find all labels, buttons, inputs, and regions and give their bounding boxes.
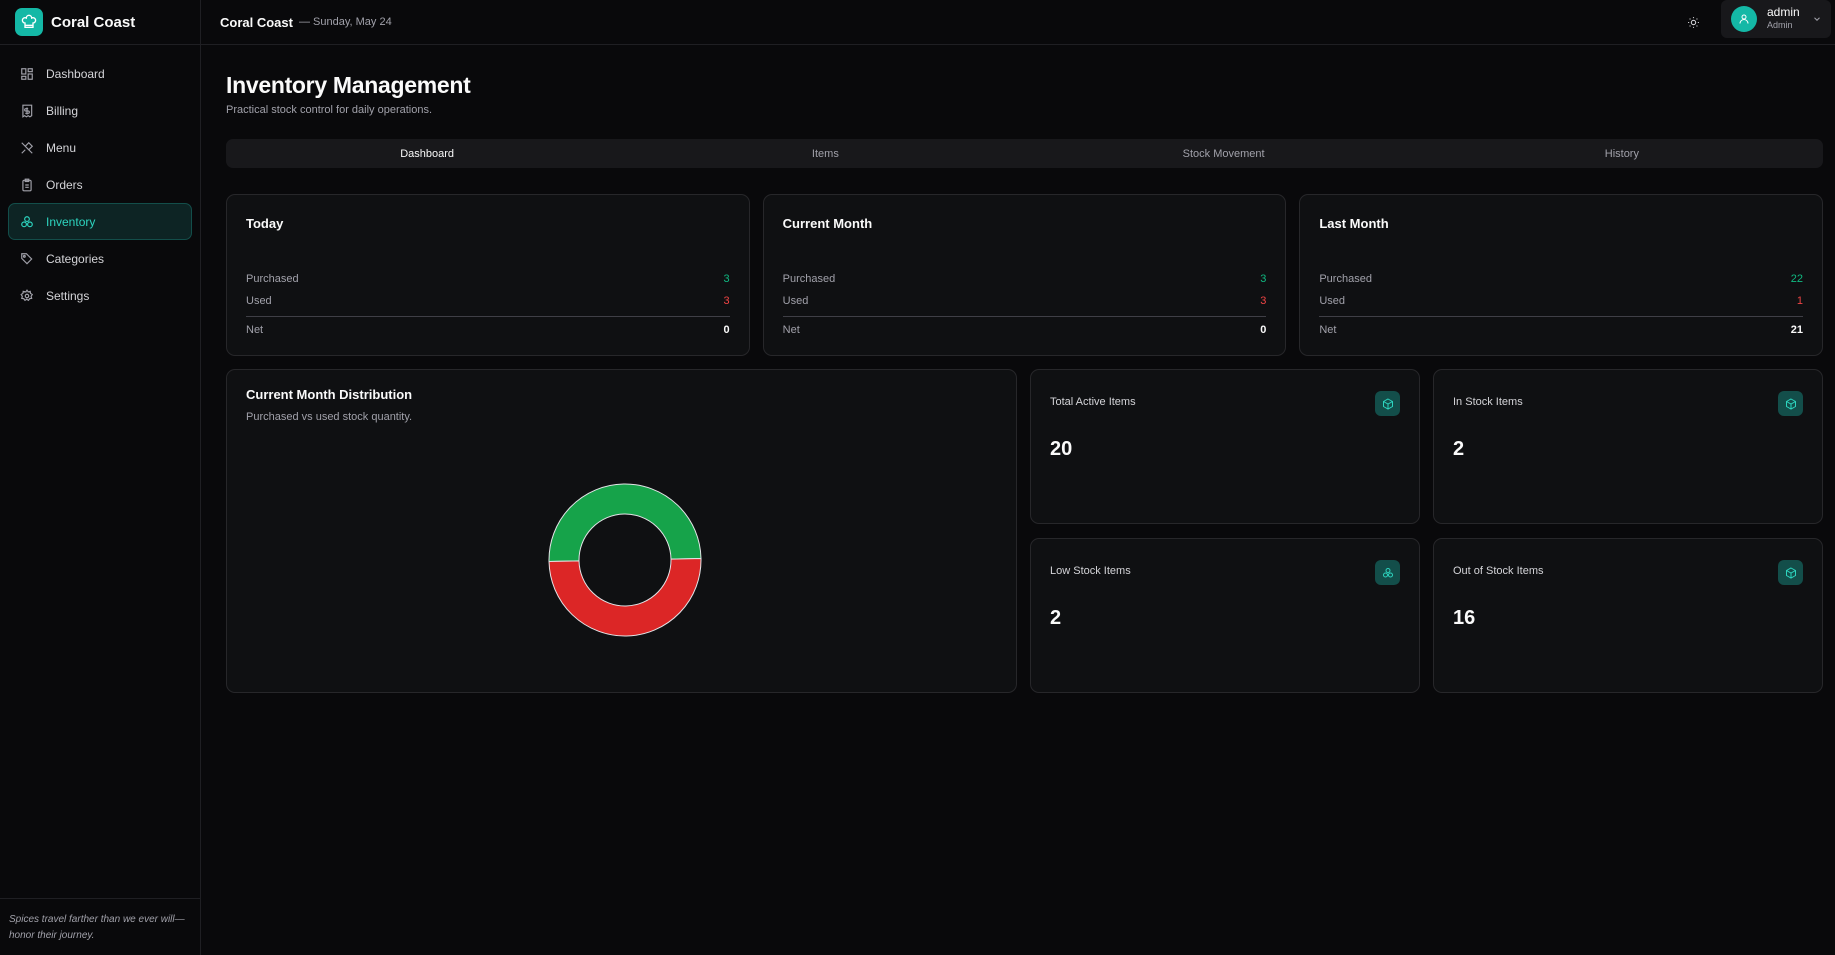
used-label: Used — [246, 295, 272, 307]
purchased-value: 22 — [1790, 273, 1804, 285]
user-icon — [1739, 14, 1749, 24]
purchased-label: Purchased — [782, 273, 836, 285]
page-subtitle: Practical stock control for daily operat… — [226, 104, 433, 116]
stat-card-current-month: Current Month Purchased 3 Used 3 Net 0 — [762, 194, 1287, 356]
net-value: 0 — [723, 323, 730, 336]
package-icon — [1778, 560, 1803, 585]
kpi-value: 2 — [1453, 438, 1465, 460]
net-value: 21 — [1790, 323, 1804, 336]
distribution-title: Current Month Distribution — [246, 387, 413, 402]
net-label: Net — [1319, 323, 1337, 336]
sidebar-item-label: Menu — [46, 140, 77, 155]
sidebar-item-label: Orders — [46, 177, 83, 192]
header-title: Coral Coast — [220, 14, 293, 30]
sidebar-item-label: Categories — [46, 251, 105, 266]
kpi-label: Out of Stock Items — [1453, 565, 1544, 577]
boxes-icon — [19, 214, 35, 230]
kpi-label: Low Stock Items — [1050, 565, 1131, 577]
gear-icon — [19, 288, 35, 304]
kpi-total-active-items: Total Active Items 20 — [1030, 369, 1420, 524]
donut-slice-used[interactable] — [548, 557, 702, 637]
tab-bar: Dashboard Items Stock Movement History — [226, 139, 1823, 168]
kpi-label: In Stock Items — [1453, 396, 1523, 408]
theme-toggle-button[interactable] — [1684, 13, 1702, 31]
tab-items[interactable]: Items — [626, 141, 1024, 166]
grid-icon — [19, 66, 35, 82]
sidebar-item-label: Dashboard — [46, 66, 105, 81]
sidebar-item-label: Settings — [46, 288, 90, 303]
top-header: Coral Coast — Sunday, May 24 admin Admin — [201, 0, 1835, 45]
sidebar-item-menu[interactable]: Menu — [8, 129, 192, 166]
sidebar-item-inventory[interactable]: Inventory — [8, 203, 192, 240]
tag-icon — [19, 251, 35, 267]
page-title: Inventory Management — [226, 72, 471, 98]
user-menu[interactable]: admin Admin — [1721, 0, 1831, 38]
receipt-icon — [19, 103, 35, 119]
sidebar-item-billing[interactable]: Billing — [8, 92, 192, 129]
kpi-in-stock-items: In Stock Items 2 — [1433, 369, 1823, 524]
stat-card-last-month: Last Month Purchased 22 Used 1 Net 21 — [1299, 194, 1824, 356]
sidebar-item-categories[interactable]: Categories — [8, 240, 192, 277]
chef-hat-icon — [15, 8, 43, 36]
kpi-value: 2 — [1050, 607, 1062, 629]
used-value: 3 — [1260, 295, 1267, 307]
net-label: Net — [246, 323, 264, 336]
purchased-label: Purchased — [1319, 273, 1372, 285]
package-icon — [1375, 391, 1400, 416]
sidebar-item-label: Inventory — [46, 214, 96, 229]
header-date: — Sunday, May 24 — [298, 16, 392, 28]
used-value: 3 — [723, 295, 730, 307]
chevron-down-icon — [1814, 17, 1820, 21]
brand-name: Coral Coast — [51, 13, 136, 31]
sidebar-item-label: Billing — [46, 103, 79, 118]
purchased-value: 3 — [1260, 273, 1267, 285]
user-name: admin — [1767, 5, 1800, 19]
bottom-row: Current Month Distribution Purchased vs … — [226, 369, 1823, 693]
sidebar-quote: Spices travel farther than we ever will—… — [0, 898, 200, 955]
stat-card-title: Current Month — [782, 216, 873, 231]
purchased-label: Purchased — [246, 273, 299, 285]
kpi-grid: Total Active Items 20 In Stock Items 2 L… — [1030, 369, 1823, 693]
kpi-label: Total Active Items — [1050, 396, 1136, 408]
kpi-value: 16 — [1453, 607, 1476, 629]
clipboard-icon — [19, 177, 35, 193]
sidebar: Coral Coast Dashboard Billing Menu Order… — [0, 0, 201, 955]
stat-card-today: Today Purchased 3 Used 3 Net 0 — [226, 194, 750, 356]
net-value: 0 — [1260, 323, 1267, 336]
sidebar-nav: Dashboard Billing Menu Orders Inventory … — [0, 45, 200, 324]
donut-slice-purchased[interactable] — [548, 483, 702, 563]
stat-row: Today Purchased 3 Used 3 Net 0 Current Mont… — [226, 194, 1824, 356]
boxes-icon — [1375, 560, 1400, 585]
avatar — [1731, 6, 1757, 32]
user-role: Admin — [1767, 20, 1793, 30]
donut-chart — [548, 483, 702, 637]
tab-dashboard[interactable]: Dashboard — [228, 141, 626, 166]
used-label: Used — [782, 295, 809, 307]
sun-icon — [1687, 16, 1699, 28]
distribution-subtitle: Purchased vs used stock quantity. — [246, 411, 413, 423]
stat-card-title: Last Month — [1319, 216, 1389, 231]
kpi-value: 20 — [1050, 438, 1073, 460]
utensils-icon — [19, 140, 35, 156]
used-label: Used — [1319, 295, 1346, 307]
purchased-value: 3 — [723, 273, 730, 285]
brand[interactable]: Coral Coast — [0, 0, 200, 45]
sidebar-item-settings[interactable]: Settings — [8, 277, 192, 314]
tab-history[interactable]: History — [1423, 141, 1821, 166]
stat-card-title: Today — [246, 216, 284, 231]
tab-stock-movement[interactable]: Stock Movement — [1025, 141, 1423, 166]
kpi-low-stock-items: Low Stock Items 2 — [1030, 538, 1420, 693]
main-content: Inventory Management Practical stock con… — [226, 45, 1824, 693]
kpi-out-of-stock-items: Out of Stock Items 16 — [1433, 538, 1823, 693]
net-label: Net — [782, 323, 800, 336]
sidebar-item-orders[interactable]: Orders — [8, 166, 192, 203]
package-icon — [1778, 391, 1803, 416]
sidebar-item-dashboard[interactable]: Dashboard — [8, 55, 192, 92]
used-value: 1 — [1796, 295, 1804, 307]
distribution-card: Current Month Distribution Purchased vs … — [226, 369, 1017, 693]
